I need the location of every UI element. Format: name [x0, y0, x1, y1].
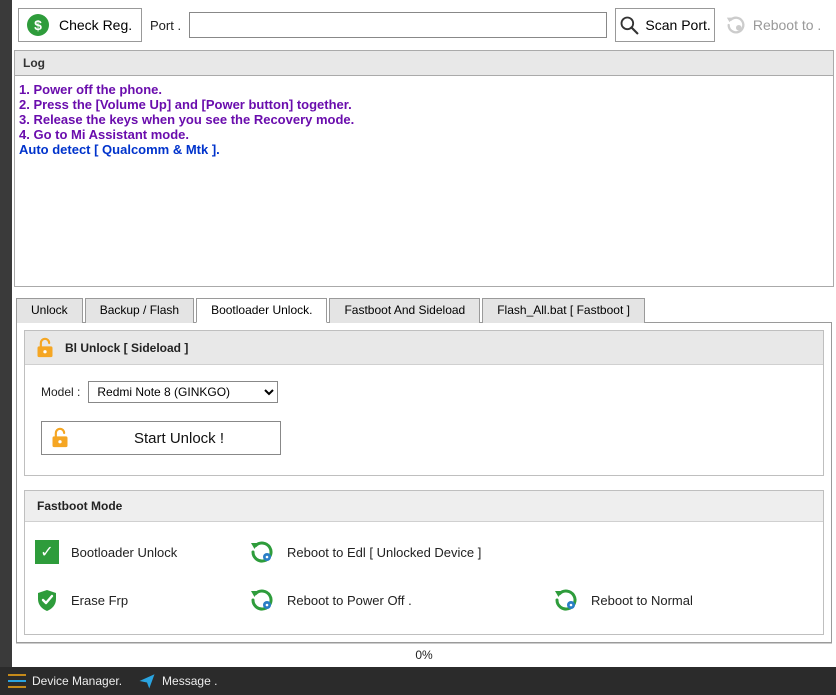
dollar-icon: $	[27, 14, 49, 36]
unlock-icon	[50, 427, 70, 449]
item-label: Reboot to Edl [ Unlocked Device ]	[287, 545, 481, 560]
bl-unlock-header: Bl Unlock [ Sideload ]	[25, 331, 823, 365]
check-reg-button[interactable]: $ Check Reg.	[18, 8, 142, 42]
model-select[interactable]: Redmi Note 8 (GINKGO)	[88, 381, 278, 403]
menu-icon	[8, 674, 26, 688]
log-body[interactable]: 1. Power off the phone.2. Press the [Vol…	[15, 76, 833, 286]
statusbar-device-manager[interactable]: Device Manager.	[8, 674, 122, 688]
reboot-to-button[interactable]: Reboot to .	[723, 8, 823, 42]
fastboot-reboot-edl[interactable]: Reboot to Edl [ Unlocked Device ]	[249, 538, 529, 566]
refresh-gear-icon	[249, 587, 275, 613]
check-square-icon: ✓	[35, 540, 59, 564]
refresh-gear-icon	[249, 539, 275, 565]
fastboot-reboot-power-off[interactable]: Reboot to Power Off .	[249, 586, 529, 614]
unlock-icon	[35, 337, 55, 359]
port-input[interactable]	[189, 12, 607, 38]
shield-check-icon	[35, 588, 59, 612]
model-label: Model :	[41, 385, 80, 399]
log-line: 4. Go to Mi Assistant mode.	[19, 127, 829, 142]
item-label: Reboot to Power Off .	[287, 593, 412, 608]
fastboot-erase-frp[interactable]: Erase Frp	[35, 586, 225, 614]
log-line: 1. Power off the phone.	[19, 82, 829, 97]
status-bar: Device Manager. Message .	[0, 667, 836, 695]
send-icon	[138, 672, 156, 690]
top-toolbar: $ Check Reg. Port . Scan Port. Reboot to…	[12, 0, 836, 50]
item-label: Erase Frp	[71, 593, 128, 608]
tab-body-bootloader-unlock: Bl Unlock [ Sideload ] Model : Redmi Not…	[16, 323, 832, 643]
reboot-to-label: Reboot to .	[753, 17, 822, 33]
fastboot-reboot-normal[interactable]: Reboot to Normal	[553, 586, 753, 614]
bl-unlock-title: Bl Unlock [ Sideload ]	[65, 341, 188, 355]
log-panel: Log 1. Power off the phone.2. Press the …	[14, 50, 834, 287]
scan-port-label: Scan Port.	[645, 17, 710, 33]
progress-bar: 0%	[16, 643, 832, 665]
fastboot-grid: ✓ Bootloader Unlock Reboot	[35, 538, 813, 614]
log-line: 2. Press the [Volume Up] and [Power butt…	[19, 97, 829, 112]
tab-unlock[interactable]: Unlock	[16, 298, 83, 323]
gear-refresh-icon	[725, 14, 747, 36]
fastboot-mode-group: Fastboot Mode ✓ Bootloader Unlock	[24, 490, 824, 635]
tab-fastboot-and-sideload[interactable]: Fastboot And Sideload	[329, 298, 480, 323]
tab-backup-flash[interactable]: Backup / Flash	[85, 298, 194, 323]
fastboot-bootloader-unlock[interactable]: ✓ Bootloader Unlock	[35, 538, 225, 566]
message-label: Message .	[162, 674, 217, 688]
statusbar-message[interactable]: Message .	[138, 672, 217, 690]
device-manager-label: Device Manager.	[32, 674, 122, 688]
tab-flash-all-bat-fastboot[interactable]: Flash_All.bat [ Fastboot ]	[482, 298, 645, 323]
port-label: Port .	[150, 18, 181, 33]
item-label: Reboot to Normal	[591, 593, 693, 608]
tab-bootloader-unlock[interactable]: Bootloader Unlock.	[196, 298, 327, 323]
start-unlock-button[interactable]: Start Unlock !	[41, 421, 281, 455]
search-icon	[619, 15, 639, 35]
scan-port-button[interactable]: Scan Port.	[615, 8, 715, 42]
tabs-container: UnlockBackup / FlashBootloader Unlock.Fa…	[16, 297, 832, 643]
model-row: Model : Redmi Note 8 (GINKGO)	[41, 381, 807, 403]
log-line: 3. Release the keys when you see the Rec…	[19, 112, 829, 127]
log-header: Log	[15, 51, 833, 76]
fastboot-header: Fastboot Mode	[25, 491, 823, 522]
item-label: Bootloader Unlock	[71, 545, 177, 560]
progress-label: 0%	[415, 648, 432, 662]
start-unlock-label: Start Unlock !	[78, 430, 280, 447]
refresh-gear-icon	[553, 587, 579, 613]
log-line: Auto detect [ Qualcomm & Mtk ].	[19, 142, 829, 157]
bl-unlock-group: Bl Unlock [ Sideload ] Model : Redmi Not…	[24, 330, 824, 476]
tabs: UnlockBackup / FlashBootloader Unlock.Fa…	[16, 297, 832, 323]
check-reg-label: Check Reg.	[59, 17, 132, 33]
